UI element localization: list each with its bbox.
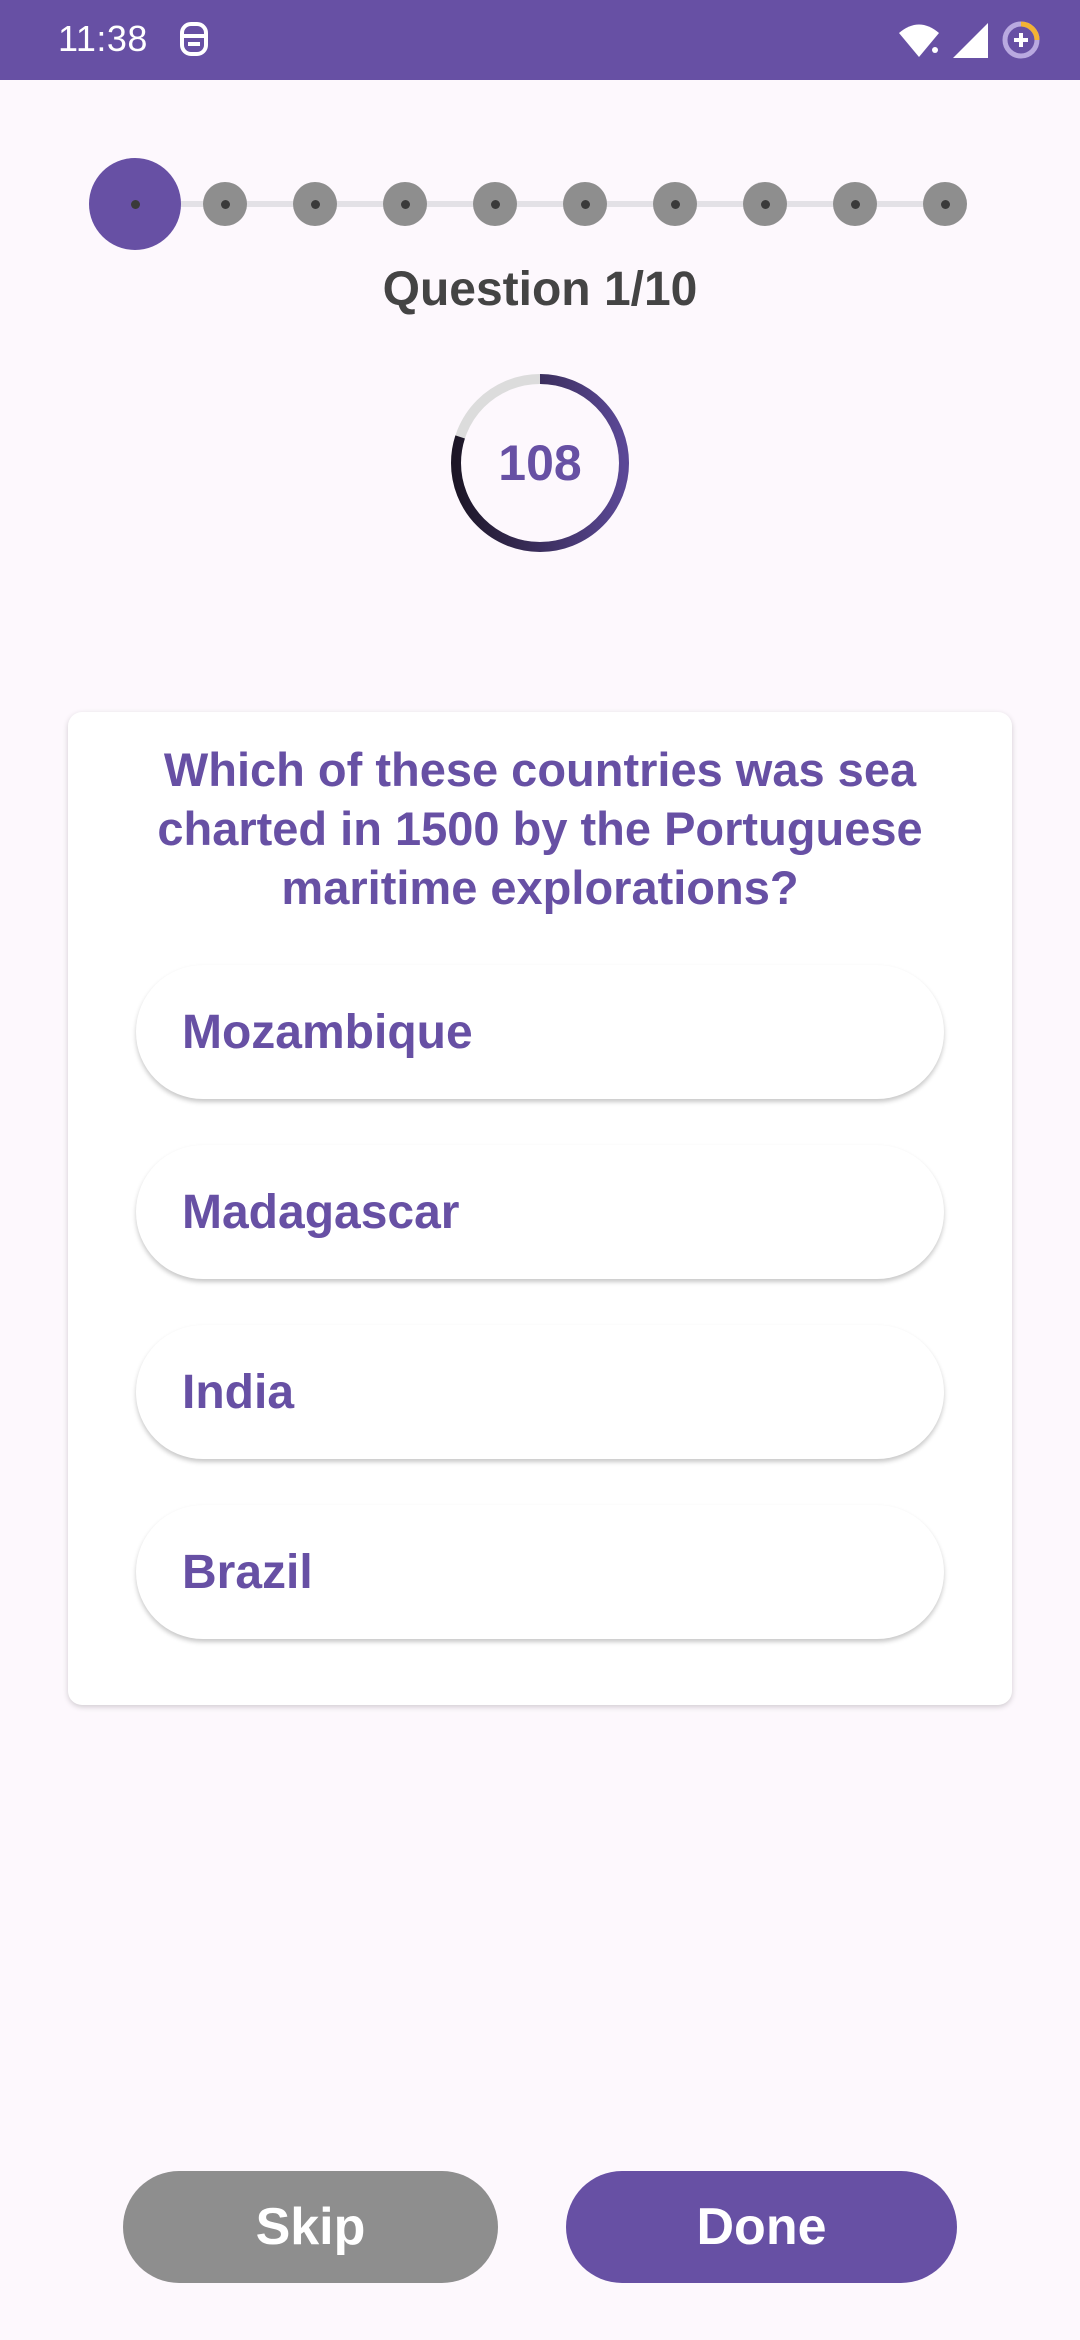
progress-step-marker bbox=[760, 199, 770, 209]
question-counter: Question 1/10 bbox=[382, 263, 698, 316]
app-notification-icon bbox=[178, 18, 210, 62]
progress-step-1 bbox=[89, 158, 181, 250]
wifi-icon bbox=[896, 20, 942, 60]
status-bar: 11:38 bbox=[0, 0, 1080, 80]
progress-step-marker bbox=[670, 199, 680, 209]
progress-step-9 bbox=[833, 182, 877, 226]
progress-step-marker bbox=[220, 199, 230, 209]
progress-step-8 bbox=[743, 182, 787, 226]
progress-step-7 bbox=[653, 182, 697, 226]
answer-option-label: Brazil bbox=[182, 1545, 313, 1599]
progress-step-marker bbox=[400, 199, 410, 209]
answer-option-madagascar[interactable]: Madagascar bbox=[136, 1145, 944, 1279]
done-button[interactable]: Done bbox=[566, 2171, 957, 2283]
progress-step-4 bbox=[383, 182, 427, 226]
progress-step-5 bbox=[473, 182, 517, 226]
question-progress-stepper bbox=[0, 158, 1080, 250]
progress-step-marker bbox=[940, 199, 950, 209]
answer-option-label: Mozambique bbox=[182, 1005, 473, 1059]
progress-step-10 bbox=[923, 182, 967, 226]
done-button-label: Done bbox=[696, 2198, 827, 2256]
progress-step-marker bbox=[850, 199, 860, 209]
answer-option-label: India bbox=[182, 1365, 295, 1419]
progress-step-3 bbox=[293, 182, 337, 226]
cellular-signal-icon bbox=[950, 20, 990, 60]
progress-step-marker bbox=[580, 199, 590, 209]
status-time: 11:38 bbox=[58, 18, 148, 59]
progress-step-6 bbox=[563, 182, 607, 226]
progress-step-marker bbox=[310, 199, 320, 209]
answer-option-label: Madagascar bbox=[182, 1185, 460, 1239]
question-card: Which of these countries was sea charted… bbox=[68, 712, 1012, 1705]
battery-saver-icon bbox=[1000, 19, 1042, 61]
skip-button[interactable]: Skip bbox=[123, 2171, 498, 2283]
stepper-track bbox=[135, 201, 945, 207]
answer-option-mozambique[interactable]: Mozambique bbox=[136, 965, 944, 1099]
progress-step-2 bbox=[203, 182, 247, 226]
answer-option-india[interactable]: India bbox=[136, 1325, 944, 1459]
question-text: Which of these countries was sea charted… bbox=[157, 743, 923, 914]
countdown-timer: 108 bbox=[450, 373, 630, 553]
timer-value: 108 bbox=[498, 435, 582, 491]
progress-step-marker bbox=[130, 199, 140, 209]
answer-option-brazil[interactable]: Brazil bbox=[136, 1505, 944, 1639]
skip-button-label: Skip bbox=[255, 2198, 366, 2256]
progress-step-marker bbox=[490, 199, 500, 209]
